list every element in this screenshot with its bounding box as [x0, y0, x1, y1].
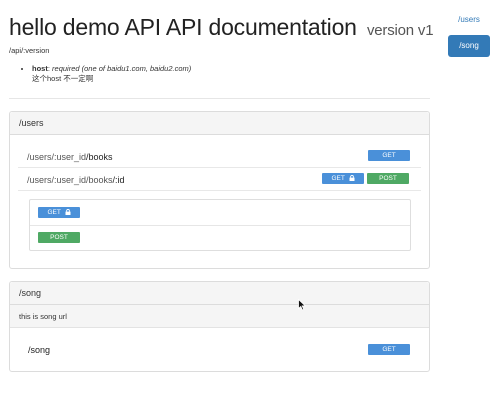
- resource-description: this is song url: [10, 305, 429, 328]
- method-list-box: GET POST: [29, 199, 411, 251]
- resource-panel-song: /song this is song url /song GET: [9, 281, 430, 372]
- page-title: hello demo API API documentation version…: [9, 14, 434, 41]
- method-divider: [30, 225, 410, 226]
- get-method-button[interactable]: GET: [368, 344, 410, 355]
- sidebar-item-song[interactable]: /song: [448, 35, 490, 57]
- resource-heading-users[interactable]: /users: [10, 112, 429, 135]
- base-uri-params: host: required (one of baidu1.com, baidu…: [18, 64, 191, 84]
- post-method-button[interactable]: POST: [367, 173, 409, 184]
- param-item: host: required (one of baidu1.com, baidu…: [32, 64, 191, 84]
- lock-icon: [65, 209, 71, 216]
- get-method-secured-button[interactable]: GET: [38, 207, 80, 218]
- sidebar-item-users[interactable]: /users: [448, 15, 490, 24]
- endpoint-path: /users/:user_id/books: [27, 152, 113, 162]
- resource-heading-song[interactable]: /song: [10, 282, 429, 305]
- header-divider: [9, 98, 430, 99]
- endpoint-row-books[interactable]: /users/:user_id/books GET: [18, 145, 421, 168]
- api-title: hello demo API API documentation: [9, 14, 357, 40]
- endpoint-path: /users/:user_id/books/:id: [27, 175, 125, 185]
- resource-panel-users: /users /users/:user_id/books GET /users/…: [9, 111, 430, 269]
- param-note: 这个host 不一定啊: [32, 74, 94, 83]
- endpoint-path: /song: [28, 345, 51, 355]
- param-name: host: [32, 64, 48, 73]
- param-required: required (one of baidu1.com, baidu2.com): [52, 64, 192, 73]
- api-version: version v1: [366, 22, 434, 39]
- lock-icon: [349, 175, 355, 182]
- endpoint-row-book-id[interactable]: /users/:user_id/books/:id GET POST: [18, 168, 421, 191]
- get-method-button[interactable]: GET: [368, 150, 410, 161]
- base-url: /api/:version: [9, 46, 50, 55]
- post-method-button[interactable]: POST: [38, 232, 80, 243]
- endpoint-row-song[interactable]: /song GET: [18, 338, 421, 362]
- param-colon: :: [47, 64, 50, 73]
- mouse-cursor-icon: [298, 299, 307, 311]
- get-method-secured-button[interactable]: GET: [322, 173, 364, 184]
